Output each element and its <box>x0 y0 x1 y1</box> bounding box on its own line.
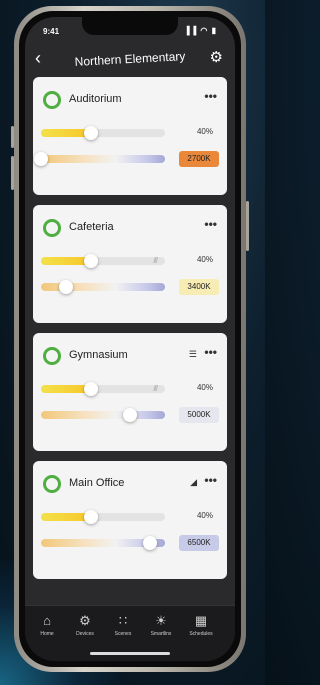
tab-label: Smartlinx <box>150 631 172 637</box>
tab-label: Home <box>40 631 54 637</box>
status-time: 9:41 <box>43 27 60 36</box>
brightness-knob[interactable] <box>83 382 98 396</box>
home-indicator <box>90 652 170 655</box>
power-ring-icon[interactable] <box>43 347 61 365</box>
room-card[interactable]: Main Office ◢ ••• /// 40% 6500K <box>33 461 227 579</box>
color-temp-knob[interactable] <box>34 152 48 166</box>
tab-smartlinx[interactable]: ☀ Smartlinx <box>141 613 181 638</box>
hatch-marks: /// <box>153 384 158 393</box>
signal-icon[interactable]: ◢ <box>190 477 197 488</box>
hatch-marks: /// <box>153 256 158 265</box>
brightness-value: 40% <box>196 255 213 264</box>
color-temp-badge: 3400K <box>179 279 219 295</box>
bottom-tab-bar: ⌂ Home ⚙ Devices ∷ Scenes ☀ Smartlinx ▦ <box>25 605 235 661</box>
color-temp-slider[interactable] <box>34 152 165 166</box>
room-list: Auditorium ••• /// 40% 2700K <box>33 77 227 589</box>
list-icon[interactable]: ☰ <box>189 349 197 360</box>
color-temp-badge: 2700K <box>179 151 219 167</box>
room-card[interactable]: Auditorium ••• /// 40% 2700K <box>33 77 227 195</box>
tab-devices[interactable]: ⚙ Devices <box>65 613 105 638</box>
calendar-icon: ▦ <box>194 613 208 628</box>
room-name: Main Office <box>69 477 125 489</box>
tab-label: Scenes <box>114 631 132 637</box>
power-ring-icon[interactable] <box>43 475 61 493</box>
volume-button-2 <box>11 156 14 190</box>
room-name: Auditorium <box>69 93 122 105</box>
tab-schedules[interactable]: ▦ Schedules <box>181 613 221 638</box>
app-screen: 9:41 ▐▐ ◠ ▮ ‹ Northern Elementary ⚙ Audi… <box>25 17 235 661</box>
tab-label: Devices <box>76 631 94 637</box>
brightness-knob[interactable] <box>83 126 98 140</box>
brightness-value: 40% <box>196 383 213 392</box>
power-ring-icon[interactable] <box>43 219 61 237</box>
brightness-value: 40% <box>196 511 213 520</box>
page-title: Northern Elementary <box>74 49 186 69</box>
devices-icon: ⚙ <box>79 613 91 628</box>
status-bar: 9:41 ▐▐ ◠ ▮ <box>25 26 235 41</box>
more-icon[interactable]: ••• <box>204 345 217 359</box>
smartlinx-icon: ☀ <box>155 613 167 628</box>
more-icon[interactable]: ••• <box>204 473 217 487</box>
scenes-icon: ∷ <box>118 613 128 628</box>
tab-scenes[interactable]: ∷ Scenes <box>103 613 143 638</box>
color-temp-slider[interactable] <box>41 280 165 294</box>
color-temp-knob[interactable] <box>143 536 158 550</box>
color-temp-knob[interactable] <box>58 280 73 294</box>
color-temp-knob[interactable] <box>123 408 138 422</box>
room-name: Gymnasium <box>69 349 128 361</box>
brightness-value: 40% <box>196 127 213 136</box>
status-icons: ▐▐ ◠ ▮ <box>183 26 217 35</box>
power-ring-icon[interactable] <box>43 91 61 109</box>
color-temp-slider[interactable] <box>41 408 165 422</box>
room-name: Cafeteria <box>69 221 114 233</box>
brightness-knob[interactable] <box>83 254 98 268</box>
brightness-slider[interactable]: /// <box>41 510 165 524</box>
home-icon: ⌂ <box>43 613 51 628</box>
power-button <box>246 201 249 251</box>
brightness-slider[interactable]: /// <box>41 126 165 140</box>
color-temp-badge: 6500K <box>179 535 219 551</box>
volume-button <box>11 126 14 148</box>
more-icon[interactable]: ••• <box>204 217 217 231</box>
room-card[interactable]: Cafeteria ••• /// 40% 3400K <box>33 205 227 323</box>
tab-home[interactable]: ⌂ Home <box>27 613 67 638</box>
brightness-slider[interactable]: /// <box>41 382 165 396</box>
room-card[interactable]: Gymnasium ☰ ••• /// 40% 5000K <box>33 333 227 451</box>
brightness-slider[interactable]: /// <box>41 254 165 268</box>
gear-icon[interactable]: ⚙ <box>210 48 223 66</box>
more-icon[interactable]: ••• <box>204 89 217 103</box>
phone-frame: 9:41 ▐▐ ◠ ▮ ‹ Northern Elementary ⚙ Audi… <box>11 6 249 672</box>
brightness-knob[interactable] <box>83 510 98 524</box>
color-temp-badge: 5000K <box>179 407 219 423</box>
color-temp-slider[interactable] <box>41 536 165 550</box>
tab-label: Schedules <box>189 631 213 637</box>
phone-bezel: 9:41 ▐▐ ◠ ▮ ‹ Northern Elementary ⚙ Audi… <box>19 11 241 667</box>
app-header: ‹ Northern Elementary ⚙ <box>25 45 235 75</box>
